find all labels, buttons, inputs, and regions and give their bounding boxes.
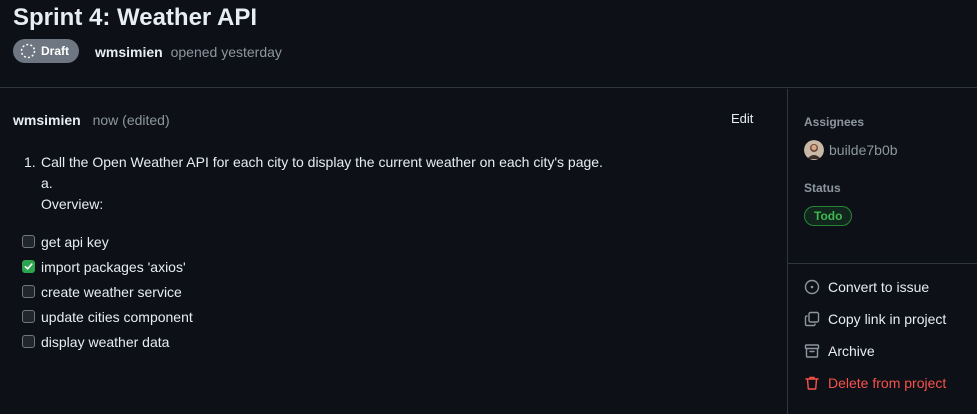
task-label: display weather data [41,333,170,350]
task-label: create weather service [41,283,182,300]
copy-icon [804,311,820,327]
draft-badge: Draft [13,39,80,63]
checkmark-icon [24,263,33,270]
task-item: display weather data [22,329,193,354]
list-item: 1. Call the Open Weather API for each ci… [24,152,603,173]
assignee[interactable]: builde7b0b [804,140,898,160]
status-badge[interactable]: Todo [804,206,853,226]
issue-opened-icon [804,279,820,295]
draft-icon [20,43,36,59]
copy-link-button[interactable]: Copy link in project [804,311,946,327]
convert-to-issue-button[interactable]: Convert to issue [804,279,929,295]
list-item-number: 1. [24,154,36,170]
delete-from-project-button[interactable]: Delete from project [804,375,946,391]
task-checkbox[interactable] [22,335,35,348]
sub-list-marker: a. [41,175,53,191]
task-checkbox[interactable] [22,310,35,323]
opened-meta: wmsimien opened yesterday [95,44,282,60]
ordered-list: 1. Call the Open Weather API for each ci… [24,152,603,215]
header-author[interactable]: wmsimien [95,44,163,60]
overview-text: Overview: [41,196,104,212]
archive-button[interactable]: Archive [804,343,875,359]
convert-to-issue-label: Convert to issue [828,279,930,295]
copy-link-label: Copy link in project [828,311,947,327]
task-label: import packages 'axios' [41,258,186,275]
comment-author[interactable]: wmsimien [13,112,81,128]
sidebar: Assignees builde7b0b Status Todo Convert… [787,89,977,414]
trash-icon [805,376,819,390]
avatar [804,140,824,160]
task-checkbox-checked[interactable] [22,260,35,273]
assignees-heading[interactable]: Assignees [804,115,864,129]
sidebar-divider [788,263,977,264]
task-list: get api key import packages 'axios' crea… [22,229,193,354]
archive-label: Archive [828,343,875,359]
status-heading[interactable]: Status [804,181,841,195]
task-item: get api key [22,229,193,254]
task-item: update cities component [22,304,193,329]
task-checkbox[interactable] [22,285,35,298]
draft-badge-label: Draft [41,44,70,58]
task-label: update cities component [41,308,193,325]
assignee-name: builde7b0b [829,142,898,158]
task-checkbox[interactable] [22,235,35,248]
task-label: get api key [41,233,109,250]
task-item: import packages 'axios' [22,254,193,279]
comment-time: now (edited) [92,112,170,128]
edit-button[interactable]: Edit [731,111,753,126]
list-item-text: Call the Open Weather API for each city … [41,154,603,170]
delete-from-project-label: Delete from project [828,375,947,391]
comment-header: wmsimien now (edited) [13,112,170,128]
comment-body: wmsimien now (edited) Edit 1. Call the O… [0,89,787,414]
opened-text: opened yesterday [170,44,282,60]
page-title: Sprint 4: Weather API [13,4,258,31]
archive-icon [804,344,820,358]
header: Sprint 4: Weather API Draft wmsimien ope… [0,0,977,88]
task-item: create weather service [22,279,193,304]
